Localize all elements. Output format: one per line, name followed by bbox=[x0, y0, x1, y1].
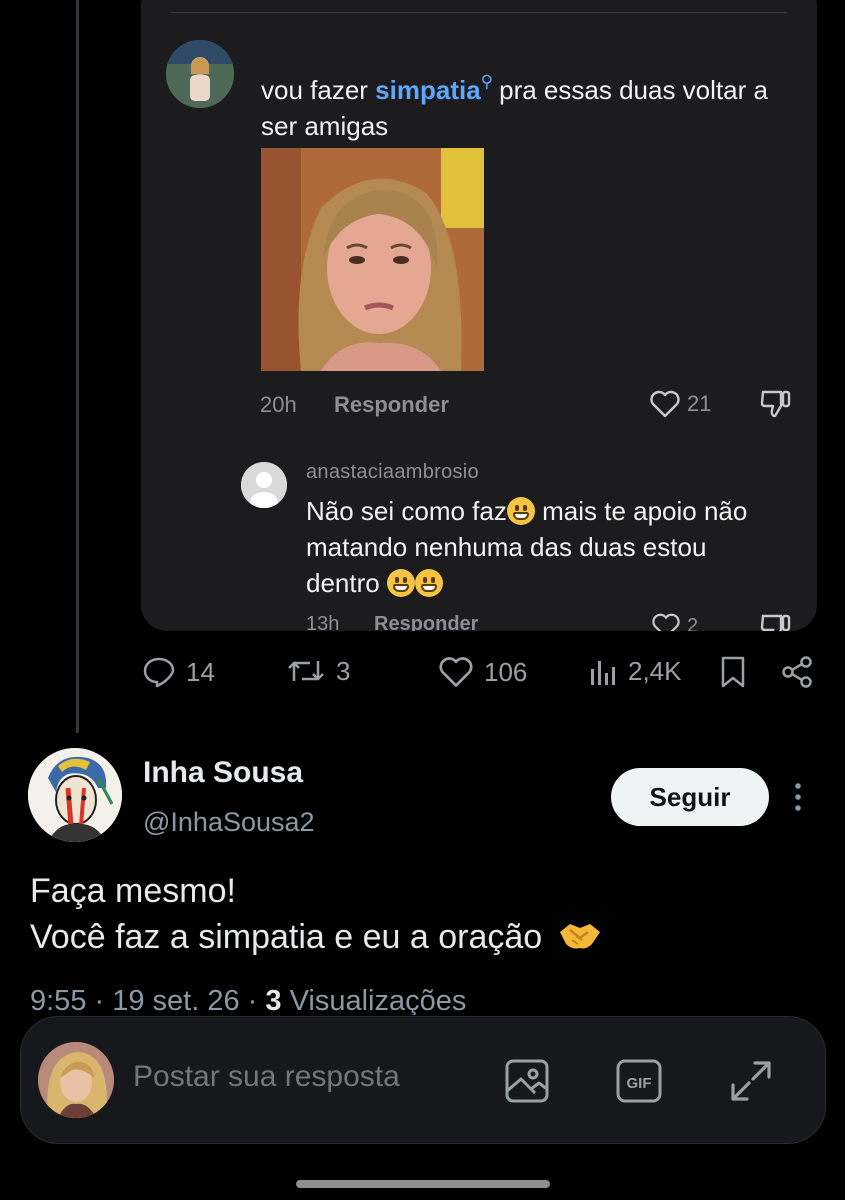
more-icon[interactable] bbox=[784, 778, 812, 818]
reply-like-count: 2 bbox=[687, 614, 699, 632]
divider bbox=[171, 12, 787, 13]
tweet-views-count: 3 bbox=[265, 985, 282, 1015]
search-icon[interactable]: ⚲ bbox=[481, 72, 493, 91]
reply-dislike-button[interactable] bbox=[759, 612, 793, 631]
image-icon[interactable] bbox=[503, 1057, 551, 1110]
tweet-line-2: Você faz a simpatia e eu a oração bbox=[30, 914, 602, 960]
dislike-icon bbox=[760, 390, 791, 418]
gif-label: GIF bbox=[627, 1075, 652, 1092]
comment-image[interactable] bbox=[261, 148, 484, 371]
comment-text: vou fazer simpatia⚲ pra essas duas voltar… bbox=[261, 64, 781, 144]
reply-icon bbox=[143, 657, 175, 688]
follow-button[interactable]: Seguir bbox=[611, 768, 769, 826]
tweet-time: 9:55 bbox=[30, 985, 87, 1015]
handshake-emoji bbox=[559, 924, 600, 949]
bookmark-icon bbox=[721, 656, 745, 688]
share-icon bbox=[782, 656, 812, 688]
embedded-comment-card: vou fazer simpatia⚲ pra essas duas voltar… bbox=[141, 0, 817, 631]
reply-input[interactable] bbox=[133, 1060, 483, 1094]
tweet-date: 19 set. 26 bbox=[112, 985, 240, 1015]
dislike-icon bbox=[760, 614, 791, 631]
thread-line bbox=[76, 0, 79, 733]
gif-icon[interactable]: GIF bbox=[615, 1057, 663, 1110]
comment-reply-button[interactable]: Responder bbox=[334, 392, 449, 418]
reply-count: 14 bbox=[186, 656, 215, 687]
views-icon bbox=[591, 661, 615, 685]
like-button[interactable]: 106 bbox=[438, 655, 527, 689]
views-button[interactable]: 2,4K bbox=[588, 655, 682, 687]
reply-text-part1: Não sei como faz bbox=[306, 496, 507, 526]
reply-reply-button[interactable]: Responder bbox=[374, 613, 478, 631]
tweet-text: Faça mesmo! Você faz a simpatia e eu a o… bbox=[30, 868, 602, 960]
reply-like-button[interactable]: 2 bbox=[651, 612, 698, 631]
heart-icon bbox=[652, 613, 680, 631]
reply-count-button[interactable]: 14 bbox=[142, 655, 215, 689]
bookmark-button[interactable] bbox=[718, 655, 748, 689]
commenter-avatar[interactable] bbox=[166, 40, 234, 108]
grin-emoji bbox=[386, 569, 415, 597]
author-handle[interactable]: @InhaSousa2 bbox=[143, 807, 315, 838]
heart-icon bbox=[650, 390, 680, 418]
reply-text: Não sei como faz mais te apoio não matan… bbox=[306, 493, 786, 601]
home-indicator[interactable] bbox=[296, 1180, 550, 1188]
comment-dislike-button[interactable] bbox=[759, 388, 793, 425]
tweet-line-2-text: Você faz a simpatia e eu a oração bbox=[30, 918, 543, 956]
my-avatar bbox=[38, 1042, 114, 1118]
heart-icon bbox=[439, 657, 473, 687]
comment-text-before: vou fazer bbox=[261, 75, 376, 105]
retweet-icon bbox=[288, 661, 324, 681]
simpatia-link[interactable]: simpatia bbox=[375, 75, 481, 105]
reply-composer: GIF bbox=[20, 1016, 826, 1144]
like-count: 106 bbox=[484, 656, 528, 687]
expand-icon[interactable] bbox=[727, 1057, 775, 1110]
reply-time: 13h bbox=[306, 613, 340, 631]
retweet-count: 3 bbox=[336, 655, 351, 686]
grimacing-emoji bbox=[506, 497, 535, 525]
tweet-meta: 9:55 · 19 set. 26 · 3 Visualizações bbox=[30, 985, 467, 1015]
share-button[interactable] bbox=[780, 655, 814, 689]
comment-time: 20h bbox=[260, 392, 297, 417]
views-count: 2,4K bbox=[628, 655, 682, 686]
comment-like-button[interactable]: 21 bbox=[649, 389, 711, 419]
action-bar: 14 3 106 2,4K bbox=[0, 655, 845, 699]
author-avatar[interactable] bbox=[28, 748, 122, 842]
tweet-line-1: Faça mesmo! bbox=[30, 872, 236, 910]
tweet-views-label: Visualizações bbox=[289, 985, 467, 1015]
comment-like-count: 21 bbox=[687, 391, 712, 416]
author-name[interactable]: Inha Sousa bbox=[143, 756, 303, 790]
reply-avatar[interactable] bbox=[241, 462, 287, 508]
grin-emoji bbox=[414, 569, 443, 597]
retweet-button[interactable]: 3 bbox=[286, 655, 350, 687]
reply-username[interactable]: anastaciaambrosio bbox=[306, 461, 479, 484]
